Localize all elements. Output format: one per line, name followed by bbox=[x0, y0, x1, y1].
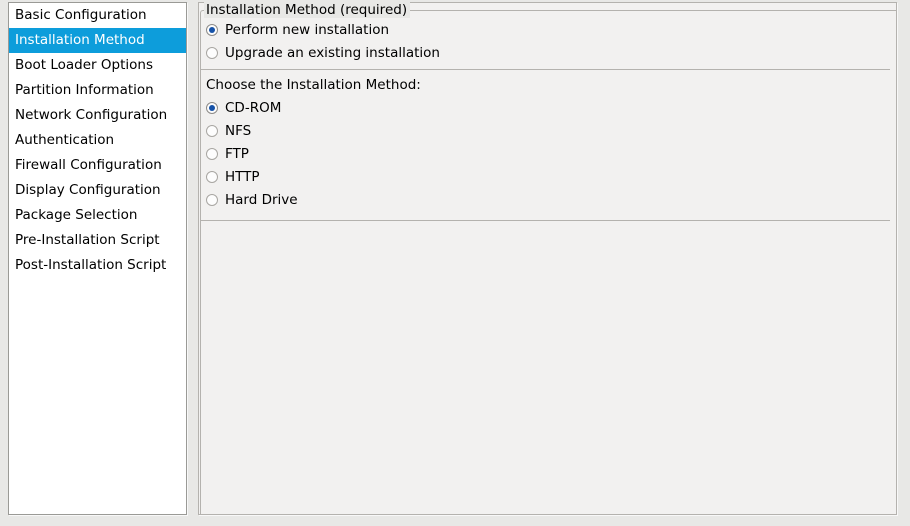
radio-checked-icon[interactable] bbox=[206, 101, 218, 114]
separator-lower bbox=[200, 220, 890, 221]
sidebar-item[interactable]: Boot Loader Options bbox=[9, 53, 186, 78]
groupbox-title: Installation Method (required) bbox=[204, 2, 411, 18]
sidebar-item-label: Installation Method bbox=[15, 32, 145, 48]
sidebar-item[interactable]: Post-Installation Script bbox=[9, 253, 186, 278]
sidebar-item-label: Pre-Installation Script bbox=[15, 232, 160, 248]
sidebar-item-label: Package Selection bbox=[15, 207, 138, 223]
sidebar-item-label: Basic Configuration bbox=[15, 7, 147, 23]
radio-option[interactable]: NFS bbox=[200, 119, 896, 142]
method-caption: Choose the Installation Method: bbox=[206, 77, 421, 93]
radio-unchecked-icon[interactable] bbox=[206, 193, 218, 206]
sidebar-item[interactable]: Authentication bbox=[9, 128, 186, 153]
sidebar-item[interactable]: Partition Information bbox=[9, 78, 186, 103]
installation-source-radio-group: CD-ROM NFS FTP HTTP Hard Drive bbox=[200, 96, 896, 211]
radio-option[interactable]: CD-ROM bbox=[200, 96, 896, 119]
sidebar-item-label: Post-Installation Script bbox=[15, 257, 167, 273]
step-list-panel: Basic Configuration Installation Method Bo… bbox=[8, 2, 187, 515]
content-panel: Installation Method (required) Perform n… bbox=[198, 2, 897, 515]
radio-option[interactable]: Hard Drive bbox=[200, 188, 896, 211]
radio-unchecked-icon[interactable] bbox=[206, 147, 218, 160]
radio-option-label: FTP bbox=[225, 145, 249, 162]
radio-option-label: Hard Drive bbox=[225, 191, 298, 208]
sidebar-item[interactable]: Installation Method bbox=[9, 28, 186, 53]
radio-unchecked-icon[interactable] bbox=[206, 124, 218, 137]
radio-unchecked-icon[interactable] bbox=[206, 46, 218, 59]
step-list: Basic Configuration Installation Method Bo… bbox=[9, 3, 186, 278]
sidebar-item[interactable]: Display Configuration bbox=[9, 178, 186, 203]
install-type-radio-group: Perform new installation Upgrade an exist… bbox=[200, 18, 896, 64]
sidebar-item[interactable]: Firewall Configuration bbox=[9, 153, 186, 178]
radio-unchecked-icon[interactable] bbox=[206, 170, 218, 183]
radio-option-label: Upgrade an existing installation bbox=[225, 44, 440, 61]
radio-checked-icon[interactable] bbox=[206, 23, 218, 36]
radio-option-label: Perform new installation bbox=[225, 21, 390, 38]
installation-method-groupbox: Installation Method (required) Perform n… bbox=[199, 2, 898, 516]
radio-option[interactable]: Perform new installation bbox=[200, 18, 896, 41]
sidebar-item-label: Boot Loader Options bbox=[15, 57, 153, 73]
radio-option-label: NFS bbox=[225, 122, 252, 139]
separator-upper bbox=[200, 69, 890, 70]
sidebar-item[interactable]: Network Configuration bbox=[9, 103, 186, 128]
sidebar-item-label: Network Configuration bbox=[15, 107, 168, 123]
sidebar-item[interactable]: Basic Configuration bbox=[9, 3, 186, 28]
sidebar-item-label: Display Configuration bbox=[15, 182, 161, 198]
radio-option-label: HTTP bbox=[225, 168, 260, 185]
radio-option[interactable]: FTP bbox=[200, 142, 896, 165]
radio-option[interactable]: HTTP bbox=[200, 165, 896, 188]
radio-option-label: CD-ROM bbox=[225, 99, 282, 116]
sidebar-item[interactable]: Package Selection bbox=[9, 203, 186, 228]
radio-option[interactable]: Upgrade an existing installation bbox=[200, 41, 896, 64]
sidebar-item-label: Partition Information bbox=[15, 82, 154, 98]
groupbox-body: Perform new installation Upgrade an exist… bbox=[200, 18, 896, 226]
sidebar-item-label: Authentication bbox=[15, 132, 115, 148]
sidebar-item[interactable]: Pre-Installation Script bbox=[9, 228, 186, 253]
sidebar-item-label: Firewall Configuration bbox=[15, 157, 162, 173]
